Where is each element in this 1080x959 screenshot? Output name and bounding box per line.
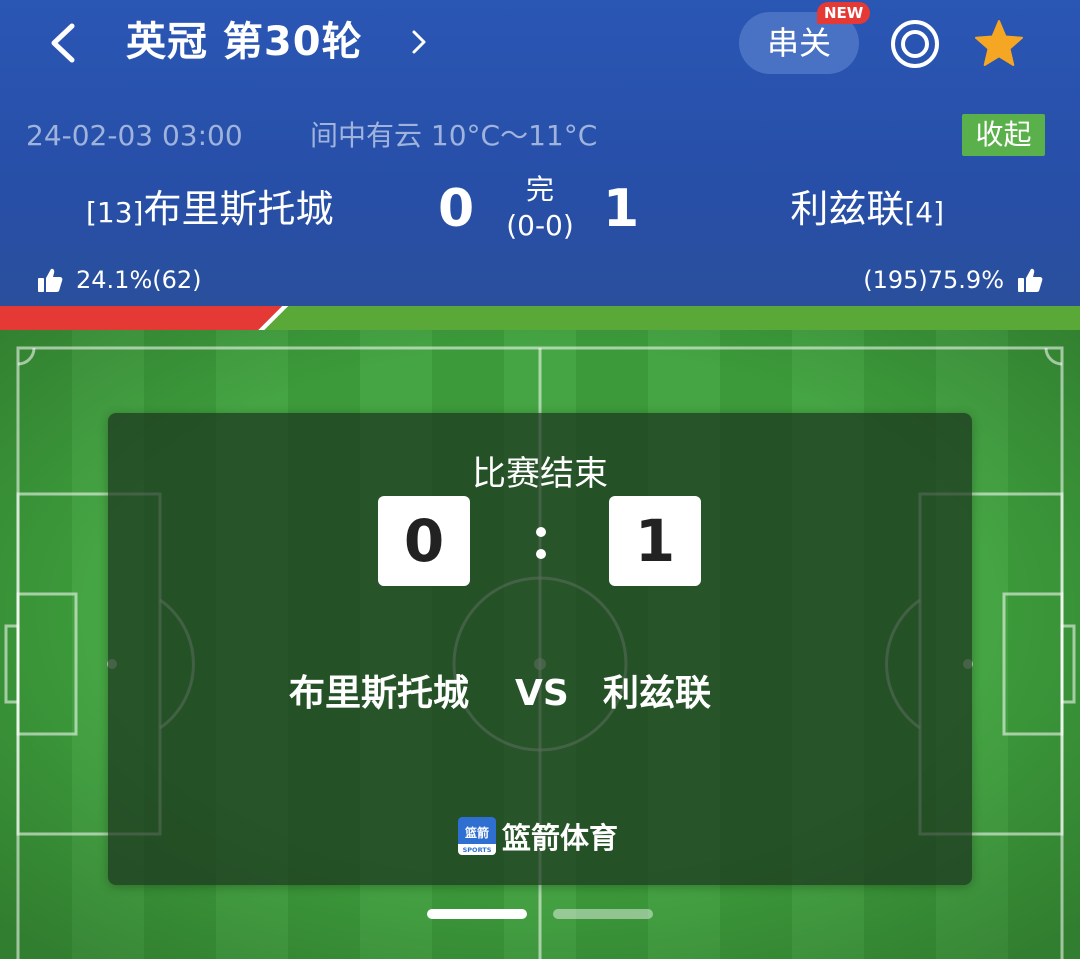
league-round-title[interactable]: 英冠 第30轮	[126, 14, 363, 70]
home-vote[interactable]: 24.1%(62)	[36, 262, 202, 298]
home-team-name: 布里斯托城	[143, 187, 334, 231]
card-home-team: 布里斯托城	[289, 673, 470, 714]
halftime-score: (0-0)	[506, 209, 574, 242]
card-away-score: 1	[609, 496, 701, 586]
away-vote[interactable]: (195)75.9%	[863, 262, 1044, 298]
card-away-team: 利兹联	[603, 673, 712, 714]
chevron-right-icon[interactable]	[404, 24, 434, 60]
brand-name: 篮箭体育	[502, 821, 619, 855]
home-rank: [13]	[86, 196, 144, 229]
match-datetime: 24-02-03 03:00	[26, 119, 243, 152]
away-rank: [4]	[904, 196, 944, 229]
new-badge: NEW	[817, 2, 871, 24]
brand-logo-sub: SPORTS	[463, 846, 492, 854]
back-button[interactable]	[40, 18, 90, 68]
score-colon	[524, 517, 556, 565]
card-vs-label: VS	[515, 673, 569, 714]
away-score: 1	[603, 179, 640, 239]
page-dot-active[interactable]	[427, 909, 527, 919]
match-header: 英冠 第30轮 串关 NEW 24-02-03 03:00 间中有云 10°C～…	[0, 0, 1080, 306]
match-weather: 间中有云 10°C～11°C	[310, 119, 598, 152]
brand-logo-text: 篮箭	[464, 825, 489, 840]
card-home-score: 0	[378, 496, 470, 586]
thumbs-up-icon	[38, 268, 63, 292]
home-team[interactable]: [13]布里斯托城	[86, 182, 334, 240]
star-icon[interactable]	[972, 18, 1026, 70]
home-vote-label: 24.1%(62)	[76, 266, 202, 294]
brand-watermark: 篮箭 SPORTS 篮箭体育	[458, 817, 618, 855]
away-team[interactable]: 利兹联[4]	[790, 182, 944, 240]
vote-ratio-graphic	[0, 306, 1080, 330]
thumbs-up-icon	[1018, 268, 1043, 292]
away-vote-label: (195)75.9%	[863, 266, 1004, 294]
brand-logo-icon: 篮箭 SPORTS	[458, 817, 496, 855]
target-icon[interactable]	[889, 18, 941, 70]
away-team-name: 利兹联	[790, 187, 905, 231]
home-vote-fill	[0, 306, 283, 330]
final-status: 比赛结束	[472, 454, 608, 494]
home-score: 0	[438, 179, 475, 239]
back-chevron-icon	[51, 23, 75, 63]
match-status: 完	[525, 173, 554, 206]
result-card[interactable]: 比赛结束 0 1 布里斯托城 VS 利兹联 篮箭 SPORTS 篮箭体育	[108, 413, 972, 885]
page-dot[interactable]	[553, 909, 653, 919]
vote-ratio-bar	[0, 306, 1080, 330]
collapse-button[interactable]: 收起	[962, 114, 1045, 156]
card-teams-row: 布里斯托城 VS 利兹联	[108, 669, 972, 719]
